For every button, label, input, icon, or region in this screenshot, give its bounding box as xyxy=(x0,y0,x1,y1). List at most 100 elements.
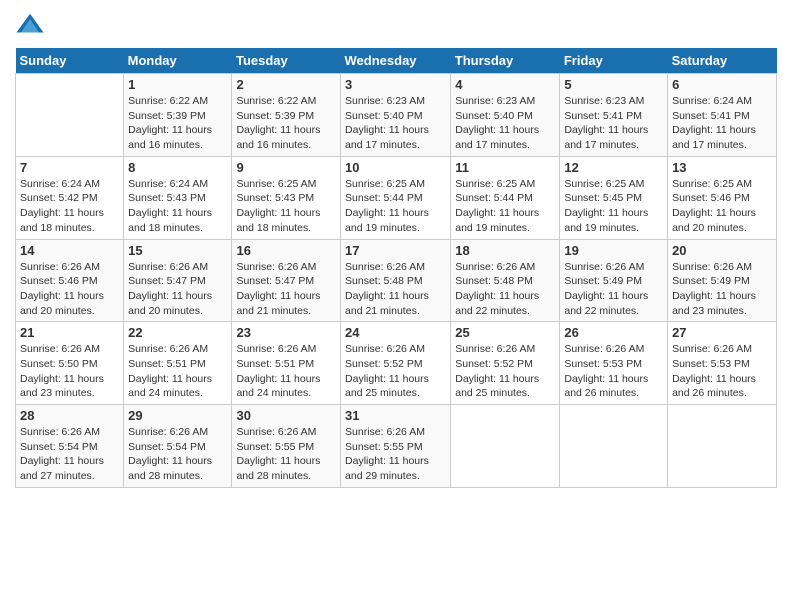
weekday-header-monday: Monday xyxy=(124,48,232,74)
day-info: Sunrise: 6:26 AMSunset: 5:48 PMDaylight:… xyxy=(455,260,555,319)
calendar-cell: 26 Sunrise: 6:26 AMSunset: 5:53 PMDayligh… xyxy=(560,322,668,405)
weekday-header-wednesday: Wednesday xyxy=(341,48,451,74)
calendar-week-2: 7 Sunrise: 6:24 AMSunset: 5:42 PMDaylight… xyxy=(16,156,777,239)
calendar-body: 1Sunrise: 6:22 AMSunset: 5:39 PMDaylight… xyxy=(16,74,777,488)
calendar-cell: 19Sunrise: 6:26 AMSunset: 5:49 PMDayligh… xyxy=(560,239,668,322)
day-info: Sunrise: 6:26 AMSunset: 5:55 PMDaylight:… xyxy=(236,425,336,484)
day-number: 4 xyxy=(455,77,555,92)
day-info: Sunrise: 6:26 AMSunset: 5:53 PMDaylight:… xyxy=(564,342,663,401)
day-info: Sunrise: 6:26 AMSunset: 5:47 PMDaylight:… xyxy=(236,260,336,319)
day-info: Sunrise: 6:26 AMSunset: 5:52 PMDaylight:… xyxy=(345,342,446,401)
day-number: 14 xyxy=(20,243,119,258)
day-number: 21 xyxy=(20,325,119,340)
day-number: 29 xyxy=(128,408,227,423)
day-number: 25 xyxy=(455,325,555,340)
day-number: 11 xyxy=(455,160,555,175)
day-info: Sunrise: 6:26 AMSunset: 5:49 PMDaylight:… xyxy=(672,260,772,319)
day-number: 7 xyxy=(20,160,119,175)
calendar-cell xyxy=(668,405,777,488)
day-info: Sunrise: 6:24 AMSunset: 5:42 PMDaylight:… xyxy=(20,177,119,236)
calendar-cell: 12 Sunrise: 6:25 AMSunset: 5:45 PMDayligh… xyxy=(560,156,668,239)
calendar-cell: 5 Sunrise: 6:23 AMSunset: 5:41 PMDaylight… xyxy=(560,74,668,157)
weekday-header-thursday: Thursday xyxy=(451,48,560,74)
day-number: 9 xyxy=(236,160,336,175)
calendar-cell: 31 Sunrise: 6:26 AMSunset: 5:55 PMDayligh… xyxy=(341,405,451,488)
day-info: Sunrise: 6:25 AMSunset: 5:44 PMDaylight:… xyxy=(345,177,446,236)
day-info: Sunrise: 6:25 AMSunset: 5:44 PMDaylight:… xyxy=(455,177,555,236)
calendar-cell: 1Sunrise: 6:22 AMSunset: 5:39 PMDaylight… xyxy=(124,74,232,157)
day-info: Sunrise: 6:26 AMSunset: 5:51 PMDaylight:… xyxy=(128,342,227,401)
calendar-cell: 9 Sunrise: 6:25 AMSunset: 5:43 PMDaylight… xyxy=(232,156,341,239)
calendar-cell: 14 Sunrise: 6:26 AMSunset: 5:46 PMDayligh… xyxy=(16,239,124,322)
calendar-cell: 30 Sunrise: 6:26 AMSunset: 5:55 PMDayligh… xyxy=(232,405,341,488)
calendar-cell xyxy=(451,405,560,488)
day-number: 20 xyxy=(672,243,772,258)
day-number: 10 xyxy=(345,160,446,175)
day-info: Sunrise: 6:25 AMSunset: 5:43 PMDaylight:… xyxy=(236,177,336,236)
day-number: 24 xyxy=(345,325,446,340)
calendar-cell: 28 Sunrise: 6:26 AMSunset: 5:54 PMDayligh… xyxy=(16,405,124,488)
calendar-cell: 6Sunrise: 6:24 AMSunset: 5:41 PMDaylight… xyxy=(668,74,777,157)
logo-icon xyxy=(15,10,45,40)
day-info: Sunrise: 6:24 AMSunset: 5:43 PMDaylight:… xyxy=(128,177,227,236)
day-info: Sunrise: 6:23 AMSunset: 5:40 PMDaylight:… xyxy=(455,94,555,153)
calendar-cell: 2Sunrise: 6:22 AMSunset: 5:39 PMDaylight… xyxy=(232,74,341,157)
day-info: Sunrise: 6:26 AMSunset: 5:47 PMDaylight:… xyxy=(128,260,227,319)
logo xyxy=(15,10,49,40)
day-number: 13 xyxy=(672,160,772,175)
weekday-row: SundayMondayTuesdayWednesdayThursdayFrid… xyxy=(16,48,777,74)
day-info: Sunrise: 6:24 AMSunset: 5:41 PMDaylight:… xyxy=(672,94,772,153)
header xyxy=(15,10,777,40)
calendar-table: SundayMondayTuesdayWednesdayThursdayFrid… xyxy=(15,48,777,488)
calendar-cell: 15 Sunrise: 6:26 AMSunset: 5:47 PMDayligh… xyxy=(124,239,232,322)
calendar-cell: 17Sunrise: 6:26 AMSunset: 5:48 PMDayligh… xyxy=(341,239,451,322)
day-number: 23 xyxy=(236,325,336,340)
day-info: Sunrise: 6:26 AMSunset: 5:54 PMDaylight:… xyxy=(128,425,227,484)
day-number: 30 xyxy=(236,408,336,423)
calendar-cell: 22 Sunrise: 6:26 AMSunset: 5:51 PMDayligh… xyxy=(124,322,232,405)
weekday-header-saturday: Saturday xyxy=(668,48,777,74)
day-number: 22 xyxy=(128,325,227,340)
day-info: Sunrise: 6:26 AMSunset: 5:46 PMDaylight:… xyxy=(20,260,119,319)
day-info: Sunrise: 6:26 AMSunset: 5:52 PMDaylight:… xyxy=(455,342,555,401)
day-info: Sunrise: 6:26 AMSunset: 5:54 PMDaylight:… xyxy=(20,425,119,484)
calendar-header: SundayMondayTuesdayWednesdayThursdayFrid… xyxy=(16,48,777,74)
calendar-cell: 25 Sunrise: 6:26 AMSunset: 5:52 PMDayligh… xyxy=(451,322,560,405)
day-info: Sunrise: 6:26 AMSunset: 5:55 PMDaylight:… xyxy=(345,425,446,484)
day-number: 31 xyxy=(345,408,446,423)
calendar-week-4: 21 Sunrise: 6:26 AMSunset: 5:50 PMDayligh… xyxy=(16,322,777,405)
page-container: SundayMondayTuesdayWednesdayThursdayFrid… xyxy=(0,0,792,498)
calendar-cell: 16 Sunrise: 6:26 AMSunset: 5:47 PMDayligh… xyxy=(232,239,341,322)
calendar-cell: 8 Sunrise: 6:24 AMSunset: 5:43 PMDaylight… xyxy=(124,156,232,239)
calendar-cell: 20 Sunrise: 6:26 AMSunset: 5:49 PMDayligh… xyxy=(668,239,777,322)
calendar-week-1: 1Sunrise: 6:22 AMSunset: 5:39 PMDaylight… xyxy=(16,74,777,157)
calendar-cell: 24 Sunrise: 6:26 AMSunset: 5:52 PMDayligh… xyxy=(341,322,451,405)
calendar-cell: 27Sunrise: 6:26 AMSunset: 5:53 PMDayligh… xyxy=(668,322,777,405)
day-number: 15 xyxy=(128,243,227,258)
calendar-cell: 11 Sunrise: 6:25 AMSunset: 5:44 PMDayligh… xyxy=(451,156,560,239)
calendar-cell: 23 Sunrise: 6:26 AMSunset: 5:51 PMDayligh… xyxy=(232,322,341,405)
calendar-cell: 7 Sunrise: 6:24 AMSunset: 5:42 PMDaylight… xyxy=(16,156,124,239)
calendar-cell: 13 Sunrise: 6:25 AMSunset: 5:46 PMDayligh… xyxy=(668,156,777,239)
calendar-cell: 18 Sunrise: 6:26 AMSunset: 5:48 PMDayligh… xyxy=(451,239,560,322)
day-number: 28 xyxy=(20,408,119,423)
day-number: 16 xyxy=(236,243,336,258)
day-info: Sunrise: 6:25 AMSunset: 5:46 PMDaylight:… xyxy=(672,177,772,236)
day-number: 5 xyxy=(564,77,663,92)
weekday-header-tuesday: Tuesday xyxy=(232,48,341,74)
day-info: Sunrise: 6:25 AMSunset: 5:45 PMDaylight:… xyxy=(564,177,663,236)
day-number: 12 xyxy=(564,160,663,175)
day-number: 8 xyxy=(128,160,227,175)
day-number: 19 xyxy=(564,243,663,258)
day-info: Sunrise: 6:23 AMSunset: 5:41 PMDaylight:… xyxy=(564,94,663,153)
calendar-cell: 3Sunrise: 6:23 AMSunset: 5:40 PMDaylight… xyxy=(341,74,451,157)
day-info: Sunrise: 6:26 AMSunset: 5:48 PMDaylight:… xyxy=(345,260,446,319)
day-number: 18 xyxy=(455,243,555,258)
calendar-cell xyxy=(16,74,124,157)
day-info: Sunrise: 6:26 AMSunset: 5:51 PMDaylight:… xyxy=(236,342,336,401)
day-number: 26 xyxy=(564,325,663,340)
day-info: Sunrise: 6:26 AMSunset: 5:53 PMDaylight:… xyxy=(672,342,772,401)
calendar-cell: 21 Sunrise: 6:26 AMSunset: 5:50 PMDayligh… xyxy=(16,322,124,405)
day-number: 1 xyxy=(128,77,227,92)
day-info: Sunrise: 6:26 AMSunset: 5:50 PMDaylight:… xyxy=(20,342,119,401)
